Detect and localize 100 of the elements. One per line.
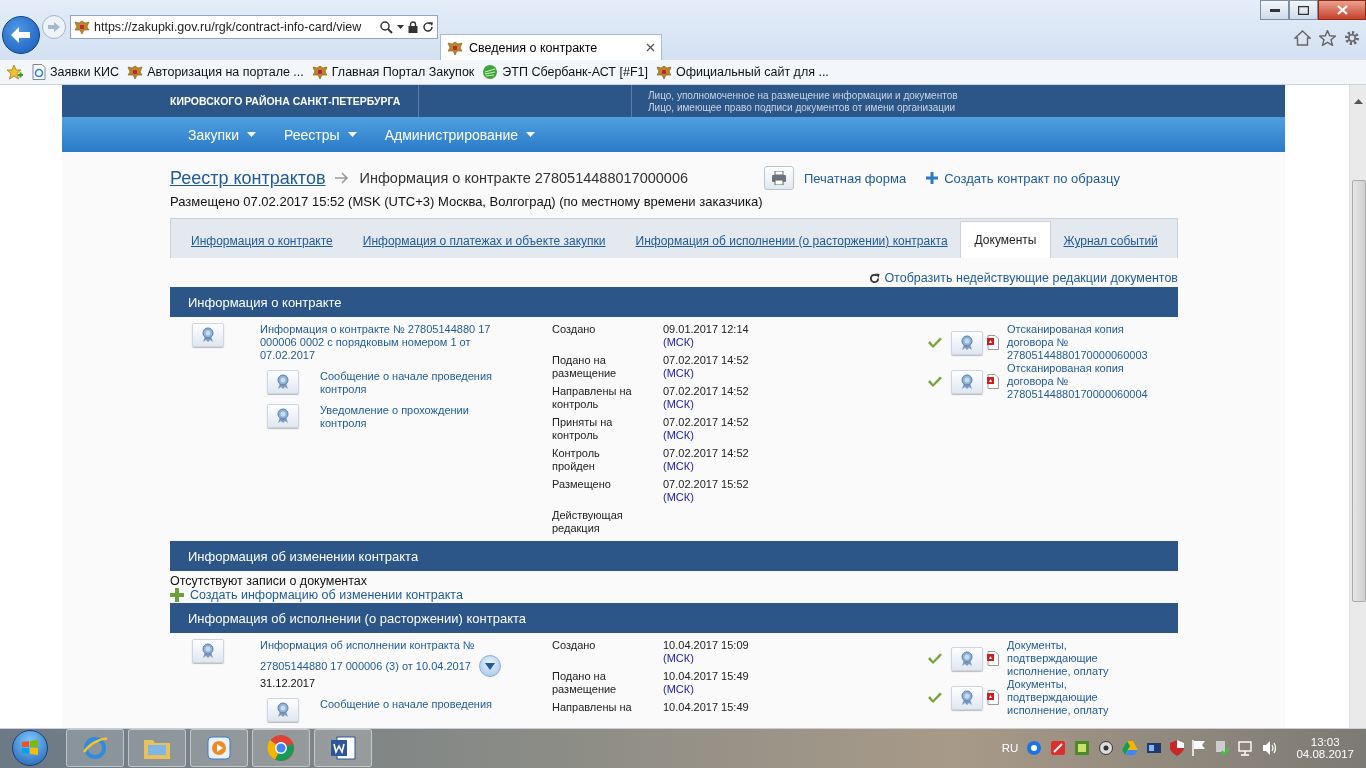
address-bar[interactable]: https://zakupki.gov.ru/rgk/contract-info-card/view bbox=[70, 15, 438, 39]
start-button[interactable] bbox=[12, 730, 48, 766]
scroll-up-icon[interactable] bbox=[1353, 99, 1363, 104]
status-label: Создано bbox=[552, 639, 597, 653]
cloud-drive-icon[interactable] bbox=[1122, 741, 1139, 755]
caret-icon bbox=[484, 662, 495, 670]
close-button[interactable] bbox=[1318, 0, 1366, 20]
arrow-icon bbox=[335, 172, 350, 184]
create-link[interactable]: Создать информацию об изменении контракта bbox=[190, 588, 463, 602]
crest-icon bbox=[127, 64, 144, 80]
crest-icon bbox=[655, 64, 672, 80]
tab[interactable]: Информация об исполнении (о расторжении) контракта bbox=[635, 224, 948, 258]
action-link[interactable]: Печатная форма bbox=[803, 170, 907, 186]
certificate-button[interactable] bbox=[951, 330, 983, 355]
back-button[interactable] bbox=[2, 16, 40, 54]
status-time: 07.02.2017 15:52 bbox=[663, 478, 750, 491]
tray-icon[interactable] bbox=[1146, 740, 1163, 756]
tab[interactable]: Информация о платежах и объекте закупки bbox=[362, 224, 606, 258]
document-date: 31.12.2017 bbox=[260, 677, 317, 690]
certificate-button[interactable] bbox=[267, 698, 299, 722]
tray-icon[interactable] bbox=[1026, 740, 1043, 756]
arrow-icon bbox=[11, 27, 31, 43]
plus-icon bbox=[926, 172, 939, 184]
action-link[interactable]: Создать контракт по образцу bbox=[944, 170, 1120, 186]
scrollbar[interactable] bbox=[1349, 85, 1366, 728]
caret-icon bbox=[347, 132, 357, 137]
clock-time: 13:03 bbox=[1310, 736, 1340, 748]
timezone-label: (МСК) bbox=[663, 491, 695, 504]
shield-icon[interactable] bbox=[1170, 740, 1185, 756]
taskbar-app-icon[interactable] bbox=[314, 729, 372, 767]
certificate-button[interactable] bbox=[267, 370, 299, 394]
forward-button[interactable] bbox=[42, 15, 66, 39]
tab[interactable]: Журнал событий bbox=[1063, 224, 1158, 258]
flag-icon[interactable] bbox=[1192, 740, 1207, 756]
timezone-label: (МСК) bbox=[663, 652, 695, 665]
attachment-link[interactable]: Документы, подтверждающие исполнение, оплату bbox=[1007, 639, 1157, 678]
nav-menu-item[interactable]: Администрирование bbox=[384, 126, 536, 143]
seal-icon bbox=[960, 650, 974, 667]
toggle-link[interactable]: Отобразить недействующие редакции документов bbox=[884, 271, 1178, 285]
clock-date: 04.08.2017 bbox=[1296, 748, 1354, 760]
pdf-file-icon bbox=[987, 651, 999, 666]
tab[interactable]: Информация о контракте bbox=[191, 224, 333, 258]
status-label: Подано на размещение bbox=[552, 354, 618, 381]
maximize-button[interactable] bbox=[1289, 0, 1318, 20]
caret-icon bbox=[247, 132, 257, 137]
settings-icon[interactable] bbox=[1344, 30, 1360, 46]
tray-icon[interactable] bbox=[1098, 740, 1115, 756]
refresh-icon bbox=[869, 272, 881, 284]
add-favorite-icon[interactable] bbox=[6, 64, 24, 80]
close-icon[interactable] bbox=[646, 43, 655, 52]
empty-message: Отсутствуют записи о документах bbox=[170, 573, 369, 588]
status-label: Действующая редакция bbox=[552, 509, 624, 536]
seal-icon bbox=[960, 334, 974, 351]
pdf-file-icon bbox=[987, 690, 999, 705]
attachment-link[interactable]: Отсканированая копия договора № 27805144880170000060003 bbox=[1007, 323, 1157, 362]
nav-menu-item[interactable]: Реестры bbox=[284, 126, 357, 143]
certificate-button[interactable] bbox=[192, 323, 224, 347]
attachment-link[interactable]: Отсканированая копия договора № 27805144880170000060004 bbox=[1007, 362, 1157, 401]
certificate-button[interactable] bbox=[951, 369, 983, 394]
certificate-button[interactable] bbox=[951, 646, 983, 671]
favorite-link[interactable]: Заявки КИС bbox=[50, 65, 120, 79]
document-link[interactable]: Сообщение о начале проведения bbox=[320, 698, 500, 711]
favorite-link[interactable]: Главная Портал Закупок bbox=[331, 65, 475, 79]
document-link[interactable]: Уведомление о прохождении контроля bbox=[320, 404, 500, 430]
expand-button[interactable] bbox=[478, 655, 501, 677]
volume-icon[interactable] bbox=[1262, 740, 1279, 756]
document-link[interactable]: 27805144880 17 000006 (3) от 10.04.2017 bbox=[260, 659, 471, 673]
refresh-icon bbox=[422, 21, 434, 33]
minimize-button[interactable] bbox=[1260, 0, 1289, 20]
document-link[interactable]: Информация о контракте № 27805144880 17 000006 0002 с порядковым номером 1 от 07.02.2017 bbox=[260, 323, 510, 362]
certificate-button[interactable] bbox=[192, 639, 224, 663]
print-button[interactable] bbox=[763, 166, 794, 190]
browser-tab[interactable]: Сведения о контракте bbox=[440, 34, 662, 60]
certificate-button[interactable] bbox=[951, 685, 983, 710]
tray-icon[interactable] bbox=[1050, 740, 1067, 756]
star-icon[interactable] bbox=[1319, 30, 1336, 46]
status-label: Подано на размещение bbox=[552, 670, 618, 697]
document-link[interactable]: Информация об исполнении контракта № bbox=[260, 639, 510, 652]
nav-menu-item[interactable]: Закупки bbox=[188, 126, 257, 143]
attachment-link[interactable]: Документы, подтверждающие исполнение, оплату bbox=[1007, 678, 1157, 717]
favorite-link[interactable]: ЭТП Сбербанк-АСТ [#F1] bbox=[502, 65, 648, 79]
breadcrumb-link[interactable]: Реестр контрактов bbox=[170, 167, 326, 189]
certificate-button[interactable] bbox=[267, 404, 299, 428]
network-icon[interactable] bbox=[1238, 740, 1255, 756]
section-header: Информация о контракте bbox=[170, 287, 1178, 317]
home-icon[interactable] bbox=[1294, 30, 1311, 46]
timezone-label: (МСК) bbox=[663, 429, 695, 442]
tab[interactable]: Документы bbox=[959, 221, 1052, 258]
taskbar-app-icon[interactable] bbox=[190, 729, 248, 767]
status-label: Размещено bbox=[552, 478, 612, 492]
favorite-link[interactable]: Официальный сайт для ... bbox=[675, 65, 829, 79]
arrow-icon bbox=[48, 22, 60, 32]
timezone-label: (МСК) bbox=[663, 336, 695, 349]
document-link[interactable]: Сообщение о начале проведения контроля bbox=[320, 370, 500, 396]
windows-logo-icon bbox=[21, 739, 39, 757]
favorite-link[interactable]: Авторизация на портале ... bbox=[147, 65, 304, 79]
maximize-icon bbox=[1298, 5, 1309, 15]
status-time: 07.02.2017 14:52 bbox=[663, 385, 750, 398]
status-label: Контроль пройден bbox=[552, 447, 601, 474]
browser-page-icon bbox=[32, 64, 46, 80]
